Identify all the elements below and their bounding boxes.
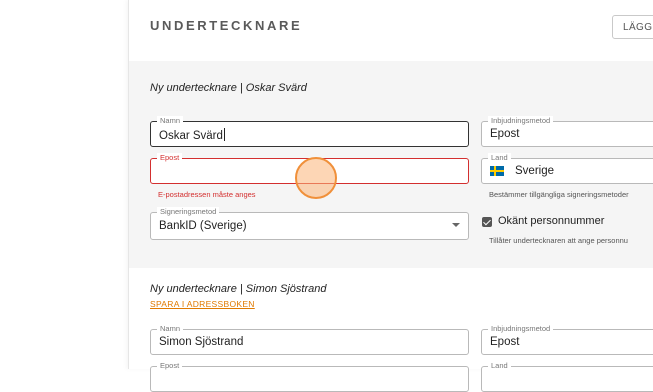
country-value: Sverige xyxy=(515,165,554,177)
name-field[interactable]: Namn Simon Sjöstrand xyxy=(150,324,469,355)
country-helper-text: Bestämmer tillgängliga signeringsmetoder xyxy=(489,190,629,199)
chevron-down-icon xyxy=(452,223,460,227)
email-legend: Epost xyxy=(157,361,183,371)
invite-method-legend: Inbjudningsmetod xyxy=(488,324,554,334)
country-legend: Land xyxy=(488,153,511,163)
country-legend: Land xyxy=(488,361,511,371)
name-value: Oskar Svärd xyxy=(159,128,225,142)
invite-method-legend: Inbjudningsmetod xyxy=(488,116,554,126)
save-to-addressbook-link[interactable]: SPARA I ADRESSBOKEN xyxy=(150,299,255,309)
name-field[interactable]: Namn Oskar Svärd xyxy=(150,116,469,147)
email-field[interactable]: Epost xyxy=(150,361,469,392)
name-value: Simon Sjöstrand xyxy=(159,336,244,348)
add-signer-button[interactable]: LÄGG T xyxy=(612,15,653,39)
unknown-ssn-helper: Tillåter undertecknaren att ange personn… xyxy=(489,236,628,245)
unknown-ssn-label: Okänt personnummer xyxy=(498,215,605,227)
invite-method-value: Epost xyxy=(490,128,520,140)
email-legend: Epost xyxy=(157,153,183,163)
email-error-text: E-postadressen måste anges xyxy=(158,190,256,199)
section-title: UNDERTECKNARE xyxy=(150,18,303,33)
text-caret xyxy=(223,128,225,141)
signing-method-legend: Signeringsmetod xyxy=(157,207,220,217)
signing-method-select[interactable]: Signeringsmetod BankID (Sverige) xyxy=(150,207,469,240)
invite-method-value: Epost xyxy=(490,336,520,348)
flag-sweden-icon xyxy=(490,166,504,176)
unknown-ssn-checkbox[interactable] xyxy=(482,217,492,227)
name-legend: Namn xyxy=(157,116,184,126)
invite-method-field[interactable]: Inbjudningsmetod Epost xyxy=(481,116,653,147)
name-legend: Namn xyxy=(157,324,184,334)
signer-heading: Ny undertecknare | Simon Sjöstrand xyxy=(150,283,327,295)
country-field[interactable]: Land Sverige xyxy=(481,153,653,184)
left-gutter xyxy=(0,0,128,369)
invite-method-field[interactable]: Inbjudningsmetod Epost xyxy=(481,324,653,355)
country-field[interactable]: Land xyxy=(481,361,653,392)
signer-heading: Ny undertecknare | Oskar Svärd xyxy=(150,82,307,94)
pointer-indicator xyxy=(295,157,337,199)
signing-method-value: BankID (Sverige) xyxy=(159,220,247,232)
